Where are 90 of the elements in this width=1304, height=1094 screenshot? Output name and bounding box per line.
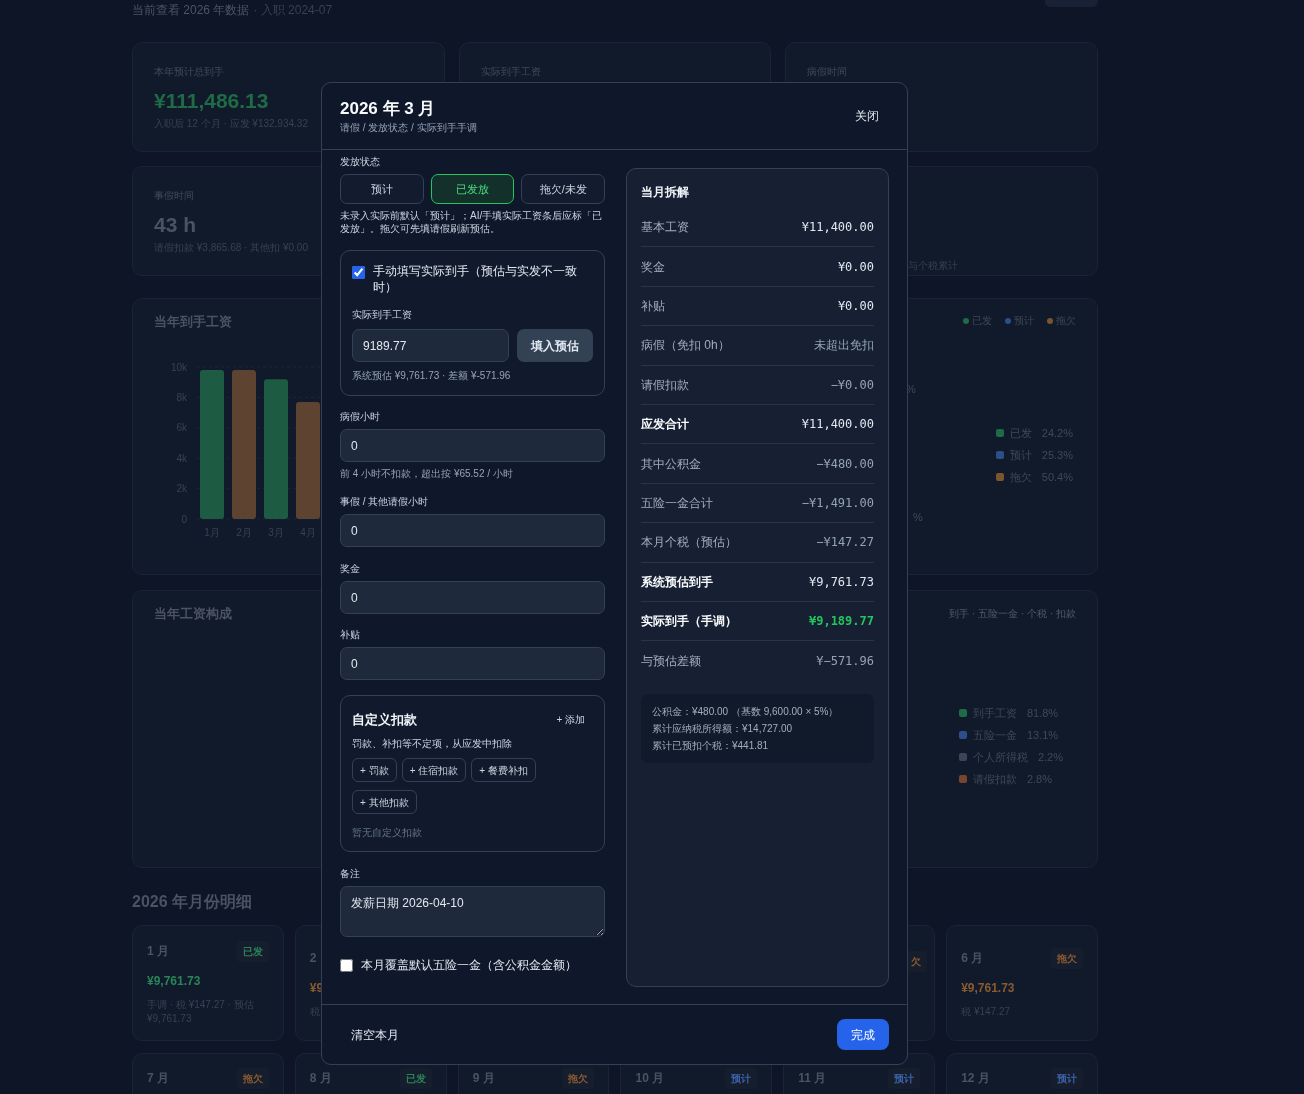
panel-title: 自定义扣款 [352,710,417,729]
add-button[interactable]: + 添加 [548,709,593,730]
breakdown-label: 与预估差额 [641,653,701,670]
field-label: 发放状态 [340,156,381,168]
breakdown-label: 实际到手（手调） [641,613,737,631]
breakdown-label: 其中公积金 [641,455,701,473]
status-option[interactable]: 预计 [340,174,424,204]
breakdown-value: −¥1,491.00 [801,494,874,512]
month-amount: ¥9,761.73 [147,973,201,990]
field-label: 事假 / 其他请假小时 [340,496,430,508]
status-badge: 已发 [236,940,269,962]
dialog-title: 2026 年 3 月 [340,98,437,119]
empty-text: 暂无自定义扣款 [352,827,423,839]
checkbox-label: 手动填写实际到手（预估与实发不一致时） [373,263,578,295]
done-button[interactable]: 完成 [837,1019,889,1050]
month-label: 11 月 [798,1070,827,1087]
subtitle-text: 当前查看 2026 年数据 [132,2,250,18]
month-label: 7 月 [147,1070,169,1087]
number-input[interactable]: 0 [340,647,605,680]
breakdown-label: 应发合计 [641,416,689,434]
status-option[interactable]: 已发放 [430,174,515,204]
status-badge: 拖欠 [1051,947,1083,969]
actual-pay-input[interactable]: 9189.77 [352,329,509,362]
section-title: 2026 年月份明细 [132,893,253,911]
hint-text: 系统预估 ¥9,761.73 · 差额 ¥-571.96 [352,370,512,382]
stat-value: 43 h [154,212,197,238]
status-hint: 未录入实际前默认「预计」；AI/手填实际工资条后应标「已发放」。拖欠可先填请假刷新预估。 [340,209,604,235]
breakdown-value: −¥0.00 [830,376,874,394]
breakdown-value: 未超出免扣 [814,337,874,355]
status-badge: 预计 [725,1067,758,1089]
breakdown-label: 奖金 [641,258,665,276]
status-badge: 预计 [1051,1067,1083,1089]
override-checkbox[interactable] [340,958,353,972]
note-line: 公积金：¥480.00 （基数 9,600.00 × 5%） [652,704,840,719]
field-label: 补贴 [340,629,361,641]
stat-value: ¥111,486.13 [154,88,269,114]
month-amount: ¥9,761.73 [961,980,1015,997]
fill-estimate-button[interactable]: 填入预估 [517,329,593,362]
deduction-chip[interactable]: + 其他扣款 [352,790,417,814]
month-label: 12 月 [961,1070,990,1087]
month-label: 1 月 [147,943,169,960]
breakdown-value: ¥9,189.77 [808,613,874,631]
checkbox-label: 本月覆盖默认五险一金（含公积金金额） [361,957,577,973]
manual-checkbox[interactable] [352,266,365,279]
month-label: 6 月 [961,950,984,967]
month-label: 9 月 [472,1070,495,1087]
breakdown-label: 请假扣款 [641,376,689,394]
deduction-chip[interactable]: + 罚款 [352,758,397,782]
breakdown-label: 补贴 [641,297,665,315]
breakdown-value: ¥0.00 [837,258,874,276]
breakdown-value: ¥11,400.00 [801,416,874,434]
status-badge: 拖欠 [236,1067,269,1089]
breakdown-value: ¥0.00 [837,297,874,315]
month-label: 10 月 [635,1070,665,1087]
dialog-subtitle: 请假 / 发放状态 / 实际到手手调 [340,120,477,134]
number-input[interactable]: 0 [340,514,605,547]
close-button[interactable]: 关闭 [845,101,889,131]
breakdown-label: 病假（免扣 0h） [641,337,730,355]
field-label: 实际到手工资 [352,309,413,321]
note-textarea[interactable]: 发薪日期 2026-04-10 [340,886,605,937]
breakdown-value: ¥9,761.73 [808,573,874,591]
breakdown-value: ¥11,400.00 [801,219,874,237]
breakdown-value: ¥−571.96 [816,653,874,670]
month-label: 2 [309,950,317,967]
status-badge: 预计 [888,1067,921,1089]
note-line: 累计已预扣个税：¥441.81 [652,738,770,753]
status-badge: 已发 [399,1067,432,1089]
breakdown-label: 五险一金合计 [641,494,713,512]
clear-month-button[interactable]: 清空本月 [340,1019,410,1050]
panel-title: 当月拆解 [641,184,690,200]
field-label: 备注 [340,868,361,880]
field-label: 奖金 [340,563,361,575]
month-label: 8 月 [309,1070,332,1087]
chart-title: 当年工资构成 [154,607,233,621]
panel-description: 罚款、补扣等不定项，从应发中扣除 [352,737,513,750]
status-option[interactable]: 拖欠/未发 [521,174,605,204]
note-line: 累计应纳税所得额：¥14,727.00 [652,721,794,736]
status-badge: 拖欠 [562,1067,595,1089]
hint-text: 前 4 小时不扣款，超出按 ¥65.52 / 小时 [340,468,514,480]
pie-slice-label: % [913,510,923,525]
number-input[interactable]: 0 [340,429,605,462]
field-label: 病假小时 [340,411,381,423]
breakdown-label: 系统预估到手 [641,573,713,591]
deduction-chip[interactable]: + 餐费补扣 [471,758,536,782]
breakdown-value: −¥147.27 [816,534,874,552]
breakdown-label: 本月个税（预估） [641,534,737,552]
deduction-chip[interactable]: + 住宿扣款 [401,758,467,782]
breakdown-label: 基本工资 [641,219,689,237]
breakdown-value: −¥480.00 [816,455,874,473]
number-input[interactable]: 0 [340,581,605,614]
